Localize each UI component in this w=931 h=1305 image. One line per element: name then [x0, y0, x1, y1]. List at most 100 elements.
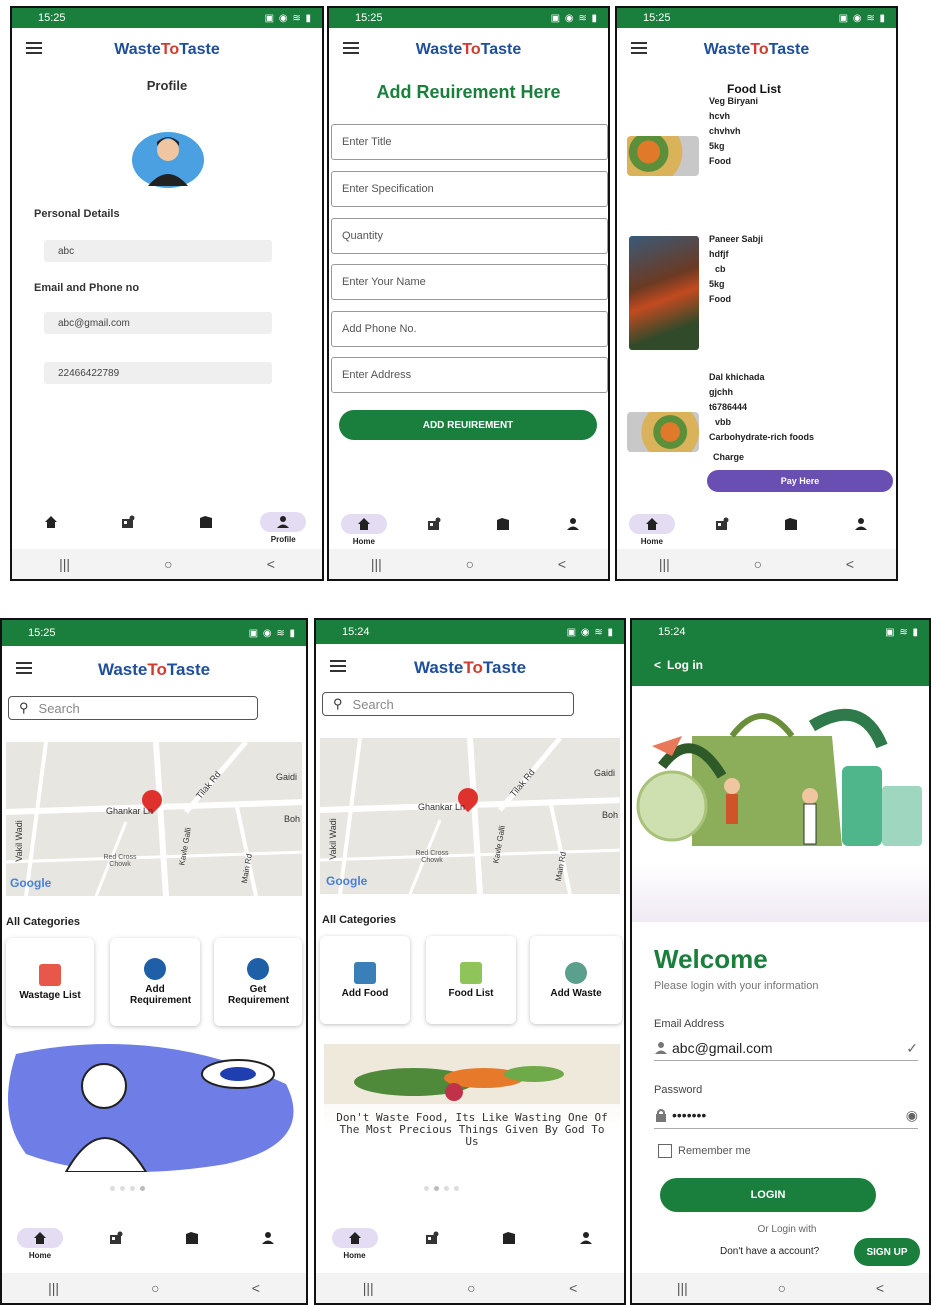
login-subtitle: Please login with your information	[654, 980, 819, 992]
food-list-screen: 15:25 ▣ ◉ ≋ ▮ WasteToTaste Food List Veg …	[615, 6, 898, 581]
category-food-list[interactable]: Food List	[426, 936, 516, 1024]
recents-button[interactable]: |||	[48, 1280, 59, 1296]
category-add-waste[interactable]: Add Waste	[530, 936, 622, 1024]
email-field[interactable]: abc@gmail.com	[44, 312, 272, 334]
recents-button[interactable]: |||	[659, 556, 670, 572]
folder-icon	[502, 1232, 515, 1244]
all-categories-label: All Categories	[6, 916, 80, 928]
home-button[interactable]: ○	[164, 556, 172, 572]
menu-icon[interactable]	[343, 42, 359, 54]
back-button[interactable]: <	[846, 556, 854, 572]
back-button[interactable]: <	[569, 1280, 577, 1296]
nav-home[interactable]: Home	[330, 1228, 380, 1260]
quantity-input[interactable]: Quantity	[331, 218, 608, 254]
nav-profile[interactable]: Profile	[258, 512, 308, 544]
email-field[interactable]: abc@gmail.com ✓	[654, 1036, 918, 1061]
food-item-2-type: Food	[709, 294, 731, 304]
folder-icon	[199, 516, 212, 528]
home-button[interactable]: ○	[467, 1280, 475, 1296]
nav-store[interactable]	[697, 514, 747, 534]
status-time: 15:24	[342, 626, 370, 638]
nav-home[interactable]: Home	[15, 1228, 65, 1260]
map-roads	[6, 742, 302, 896]
food-item-1-spec: hcvh	[709, 111, 731, 121]
nav-profile[interactable]	[836, 514, 886, 534]
back-button[interactable]: <	[267, 556, 275, 572]
name-field[interactable]: abc	[44, 240, 272, 262]
nav-store[interactable]	[409, 514, 459, 534]
status-bar: 15:25 ▣ ◉ ≋ ▮	[2, 620, 306, 646]
category-wastage-list[interactable]: Wastage List	[6, 938, 94, 1026]
back-button[interactable]: < Log in	[654, 658, 703, 672]
search-input[interactable]: ⚲ Search	[322, 692, 574, 716]
address-input[interactable]: Enter Address	[331, 357, 608, 393]
search-icon: ⚲	[333, 696, 343, 711]
nav-home-label: Home	[352, 537, 375, 546]
food-item-3[interactable]: Dal khichada gjchh t6786444 vbb Carbohyd…	[709, 370, 814, 445]
nav-home[interactable]	[26, 512, 76, 532]
category-add-requirement-label: Add Requirement	[130, 984, 192, 1006]
category-add-requirement[interactable]: Add Requirement	[110, 938, 200, 1026]
home-button[interactable]: ○	[778, 1280, 786, 1296]
title-input[interactable]: Enter Title	[331, 124, 608, 160]
phone-field[interactable]: 22466422789	[44, 362, 272, 384]
nav-home[interactable]: Home	[339, 514, 389, 546]
pay-here-button[interactable]: Pay Here	[707, 470, 893, 492]
phone-input[interactable]: Add Phone No.	[331, 311, 608, 347]
nav-store[interactable]	[407, 1228, 457, 1248]
map-view[interactable]: Ghankar Ln Tilak Rd Gaidi Boh Vakil Wadi…	[6, 742, 302, 896]
login-button[interactable]: LOGIN	[660, 1178, 876, 1212]
system-nav: ||| ○ <	[12, 549, 322, 579]
eye-icon[interactable]: ◉	[906, 1107, 918, 1124]
nav-folder[interactable]	[484, 1228, 534, 1248]
nav-store[interactable]	[103, 512, 153, 532]
map-view[interactable]: Ghankar Ln Tilak Rd Gaidi Boh Vakil Wadi…	[320, 738, 620, 894]
add-requirement-button[interactable]: ADD REUIREMENT	[339, 410, 597, 440]
food-item-1[interactable]: Veg Biryani hcvh chvhvh 5kg Food	[709, 94, 758, 169]
nav-profile[interactable]	[548, 514, 598, 534]
home-button[interactable]: ○	[754, 556, 762, 572]
remember-me-checkbox[interactable]: Remember me	[658, 1144, 751, 1158]
password-field[interactable]: ••••••• ◉	[654, 1102, 918, 1129]
recents-button[interactable]: |||	[371, 556, 382, 572]
nav-folder[interactable]	[167, 1228, 217, 1248]
recents-button[interactable]: |||	[363, 1280, 374, 1296]
nav-store[interactable]	[91, 1228, 141, 1248]
nav-profile[interactable]	[561, 1228, 611, 1248]
status-icons: ▣ ◉ ≋ ▮	[838, 12, 886, 24]
category-add-food[interactable]: Add Food	[320, 936, 410, 1024]
home-button[interactable]: ○	[151, 1280, 159, 1296]
back-button[interactable]: <	[558, 556, 566, 572]
status-icons: ▣ ◉ ≋ ▮	[264, 12, 312, 24]
specification-input[interactable]: Enter Specification	[331, 171, 608, 207]
brand-logo-text: WasteToTaste	[415, 41, 522, 58]
nav-home[interactable]: Home	[627, 514, 677, 546]
nav-folder[interactable]	[478, 514, 528, 534]
back-button[interactable]: <	[252, 1280, 260, 1296]
carousel-dots	[424, 1186, 459, 1191]
category-get-requirement[interactable]: Get Requirement	[214, 938, 302, 1026]
food-item-2[interactable]: Paneer Sabji hdfjf cb 5kg Food	[709, 232, 763, 307]
brand-logo-text: WasteToTaste	[114, 41, 220, 58]
back-button[interactable]: <	[876, 1280, 884, 1296]
menu-icon[interactable]	[16, 662, 32, 674]
add-waste-icon	[565, 961, 587, 984]
food-list-icon	[460, 961, 482, 984]
name-input[interactable]: Enter Your Name	[331, 264, 608, 300]
recents-button[interactable]: |||	[59, 556, 70, 572]
quote-text: Don't Waste Food, Its Like Wasting One O…	[336, 1111, 608, 1148]
menu-icon[interactable]	[330, 660, 346, 672]
food-image-paneer	[629, 236, 699, 350]
nav-folder[interactable]	[181, 512, 231, 532]
grocery-illustration	[632, 686, 929, 922]
home-button[interactable]: ○	[466, 556, 474, 572]
login-header: 15:24 ▣ ≋ ▮ < Log in	[632, 620, 929, 686]
nav-profile[interactable]	[243, 1228, 293, 1248]
recents-button[interactable]: |||	[677, 1280, 688, 1296]
search-input[interactable]: ⚲ Search	[8, 696, 258, 720]
menu-icon[interactable]	[26, 42, 42, 54]
food-item-2-spec: hdfjf	[709, 249, 729, 259]
nav-folder[interactable]	[766, 514, 816, 534]
sign-up-button[interactable]: SIGN UP	[854, 1238, 920, 1266]
menu-icon[interactable]	[631, 42, 647, 54]
